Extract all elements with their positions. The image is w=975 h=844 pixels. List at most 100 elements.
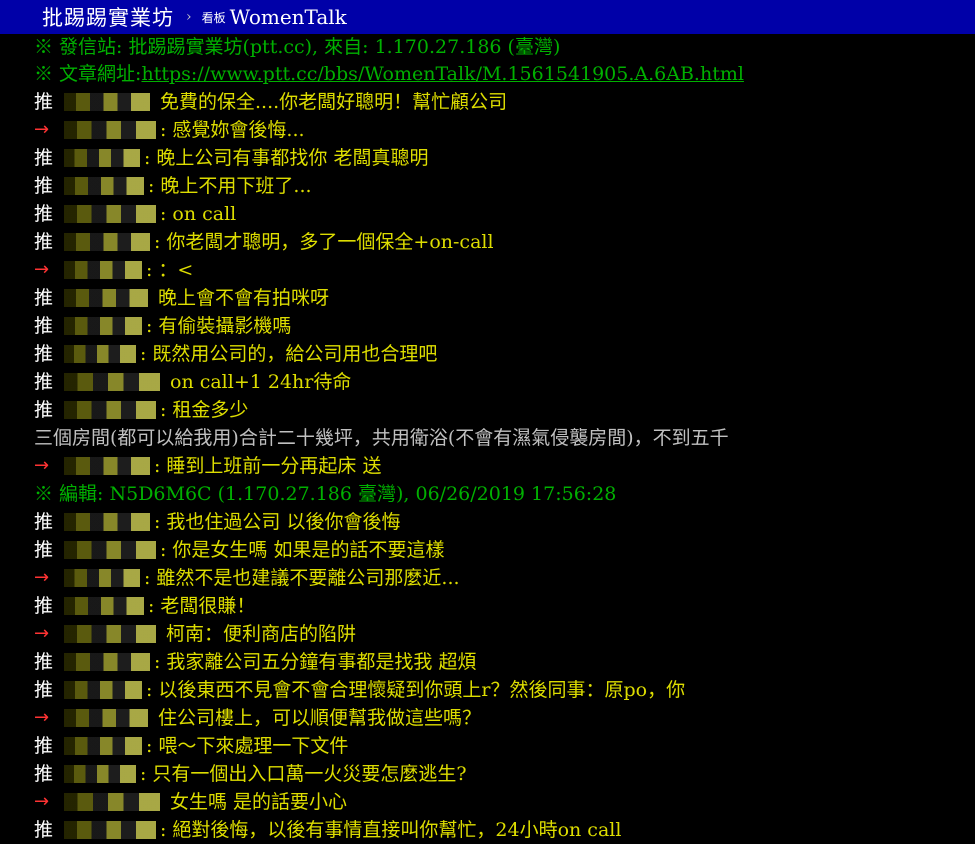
comment-row: 推: 只有一個出入口萬一火災要怎麼逃生? bbox=[34, 760, 975, 788]
comment-text: 柯南：便利商店的陷阱 bbox=[166, 623, 357, 645]
push-tag: 推 bbox=[34, 231, 54, 253]
comment-colon: : bbox=[160, 819, 167, 841]
comment-row: 推: 你老闆才聰明，多了一個保全+on-call bbox=[34, 228, 975, 256]
comment-row: →: 感覺妳會後悔... bbox=[34, 116, 975, 144]
redacted-user-id bbox=[64, 289, 148, 307]
redacted-user-id bbox=[64, 205, 156, 223]
redacted-user-id bbox=[64, 765, 136, 783]
comment-text: 你是女生嗎 如果是的話不要這樣 bbox=[172, 539, 445, 561]
comment-text: 絕對後悔，以後有事情直接叫你幫忙，24小時on call bbox=[172, 819, 622, 841]
board-name[interactable]: WomenTalk bbox=[230, 5, 347, 29]
comment-row: 推: 以後東西不見會不會合理懷疑到你頭上r？然後同事：原po，你 bbox=[34, 676, 975, 704]
comment-text: on call+1 24hr待命 bbox=[170, 371, 352, 393]
comment-colon: : bbox=[160, 399, 167, 421]
comment-text: on call bbox=[172, 203, 237, 225]
push-tag: 推 bbox=[34, 735, 54, 757]
redacted-user-id bbox=[64, 681, 142, 699]
site-name[interactable]: 批踢踢實業坊 bbox=[42, 2, 174, 32]
redacted-user-id bbox=[64, 317, 142, 335]
comment-row: → 女生嗎 是的話要小心 bbox=[34, 788, 975, 816]
url-label: ※ 文章網址: bbox=[34, 63, 142, 85]
comment-text: 睡到上班前一分再起床 送 bbox=[166, 455, 382, 477]
comment-text: 住公司樓上，可以順便幫我做這些嗎？ bbox=[158, 707, 482, 729]
comment-text: 以後東西不見會不會合理懷疑到你頭上r？然後同事：原po，你 bbox=[158, 679, 686, 701]
comment-colon: : bbox=[148, 595, 155, 617]
comment-list: 推: 我也住過公司 以後你會後悔推: 你是女生嗎 如果是的話不要這樣 →: 雖然不是也建… bbox=[34, 508, 975, 844]
push-tag: 推 bbox=[34, 343, 54, 365]
push-tag: 推 bbox=[34, 147, 54, 169]
push-tag: 推 bbox=[34, 175, 54, 197]
comment-colon: : bbox=[160, 539, 167, 561]
comment-colon: : bbox=[146, 315, 153, 337]
redacted-user-id bbox=[64, 513, 150, 531]
comment-row: 推 on call+1 24hr待命 bbox=[34, 368, 975, 396]
arrow-tag: → bbox=[34, 707, 50, 728]
comment-colon: : bbox=[160, 203, 167, 225]
redacted-user-id bbox=[64, 597, 144, 615]
arrow-tag: → bbox=[34, 623, 50, 644]
redacted-user-id bbox=[64, 709, 148, 727]
comment-row: 推: 晚上公司有事都找你 老闆真聰明 bbox=[34, 144, 975, 172]
comment-row: 推: 晚上不用下班了... bbox=[34, 172, 975, 200]
redacted-user-id bbox=[64, 653, 150, 671]
comment-row: → 住公司樓上，可以順便幫我做這些嗎？ bbox=[34, 704, 975, 732]
comment-colon: : bbox=[154, 651, 161, 673]
comment-text: 既然用公司的，給公司用也合理吧 bbox=[152, 343, 438, 365]
comment-text: 免費的保全....你老闆好聰明！幫忙顧公司 bbox=[160, 91, 508, 113]
comment-row: 推: 老闆很賺！ bbox=[34, 592, 975, 620]
push-tag: 推 bbox=[34, 679, 54, 701]
comment-text: 租金多少 bbox=[172, 399, 249, 421]
comment-text: 我家離公司五分鐘有事都是找我 超煩 bbox=[166, 651, 477, 673]
redacted-user-id bbox=[64, 793, 160, 811]
board-label: 看板 bbox=[201, 10, 226, 25]
push-tag: 推 bbox=[34, 287, 54, 309]
comment-text: 我也住過公司 以後你會後悔 bbox=[166, 511, 401, 533]
comment-row: →: 睡到上班前一分再起床 送 bbox=[34, 452, 975, 480]
comment-row: 推: 絕對後悔，以後有事情直接叫你幫忙，24小時on call bbox=[34, 816, 975, 844]
url-line: ※ 文章網址: https://www.ptt.cc/bbs/WomenTalk… bbox=[34, 60, 975, 88]
comment-colon: : bbox=[144, 567, 151, 589]
edit-line: ※ 編輯: N5D6M6C (1.170.27.186 臺灣), 06/26/2… bbox=[34, 483, 617, 505]
comment-row: 推 晚上會不會有拍咪呀 bbox=[34, 284, 975, 312]
arrow-tag: → bbox=[34, 791, 50, 812]
comment-colon: : bbox=[154, 231, 161, 253]
redacted-user-id bbox=[64, 233, 150, 251]
author-reply-line: 三個房間(都可以給我用)合計二十幾坪，共用衛浴(不會有濕氣侵襲房間)，不到五千 bbox=[34, 427, 729, 449]
board-header-bar: 批踢踢實業坊 › 看板 WomenTalk bbox=[0, 0, 975, 34]
comment-colon: : bbox=[144, 147, 151, 169]
comment-row: → 柯南：便利商店的陷阱 bbox=[34, 620, 975, 648]
push-tag: 推 bbox=[34, 203, 54, 225]
comment-text: ：< bbox=[158, 259, 194, 281]
push-tag: 推 bbox=[34, 819, 54, 841]
comment-text: 女生嗎 是的話要小心 bbox=[170, 791, 348, 813]
comment-text: 晚上不用下班了... bbox=[160, 175, 312, 197]
comment-row: →: 雖然不是也建議不要離公司那麼近... bbox=[34, 564, 975, 592]
comment-row: 推: 有偷裝攝影機嗎 bbox=[34, 312, 975, 340]
push-tag: 推 bbox=[34, 651, 54, 673]
comment-colon: : bbox=[146, 735, 153, 757]
redacted-user-id bbox=[64, 177, 144, 195]
comment-text: 只有一個出入口萬一火災要怎麼逃生? bbox=[152, 763, 467, 785]
push-tag: 推 bbox=[34, 91, 54, 113]
comment-colon: : bbox=[154, 511, 161, 533]
comment-text: 喂～下來處理一下文件 bbox=[158, 735, 349, 757]
article-url-link[interactable]: https://www.ptt.cc/bbs/WomenTalk/M.15615… bbox=[141, 60, 743, 88]
comment-text: 老闆很賺！ bbox=[160, 595, 256, 617]
push-tag: 推 bbox=[34, 399, 54, 421]
redacted-user-id bbox=[64, 821, 156, 839]
comment-text: 有偷裝攝影機嗎 bbox=[158, 315, 292, 337]
redacted-user-id bbox=[64, 373, 160, 391]
redacted-user-id bbox=[64, 345, 136, 363]
arrow-tag: → bbox=[34, 455, 50, 476]
push-tag: 推 bbox=[34, 511, 54, 533]
comment-colon: : bbox=[148, 175, 155, 197]
redacted-user-id bbox=[64, 149, 140, 167]
push-tag: 推 bbox=[34, 371, 54, 393]
comment-text: 晚上公司有事都找你 老闆真聰明 bbox=[156, 147, 429, 169]
arrow-tag: → bbox=[34, 259, 50, 280]
comment-row: →: ：< bbox=[34, 256, 975, 284]
push-tag: 推 bbox=[34, 315, 54, 337]
comment-row: 推: 既然用公司的，給公司用也合理吧 bbox=[34, 340, 975, 368]
redacted-user-id bbox=[64, 121, 156, 139]
redacted-user-id bbox=[64, 541, 156, 559]
